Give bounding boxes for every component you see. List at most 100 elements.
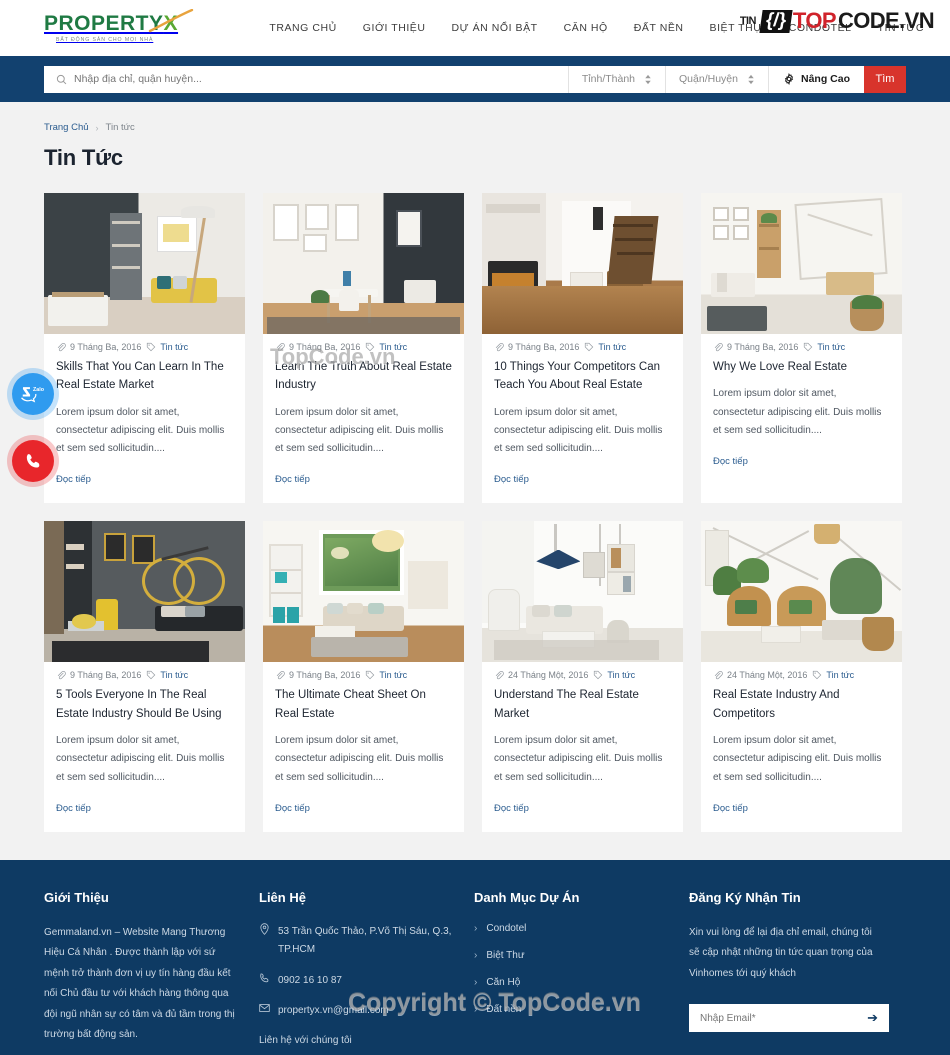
news-card-category-text[interactable]: Tin tức	[379, 670, 407, 680]
site-logo[interactable]: PROPERTYX BẤT ĐỘNG SẢN CHO MỌI NHÀ	[44, 9, 194, 43]
news-card-category-text[interactable]: Tin tức	[607, 670, 635, 680]
news-card-image[interactable]	[701, 521, 902, 663]
news-card-title[interactable]: Learn The Truth About Real Estate Indust…	[275, 358, 452, 395]
news-card-title[interactable]: Understand The Real Estate Market	[494, 686, 671, 723]
nav-item-du-an-noi-bat[interactable]: DỰ ÁN NỔI BẬT	[452, 22, 538, 34]
paperclip-icon	[276, 671, 285, 680]
news-card-date: 24 Tháng Một, 2016	[494, 670, 588, 680]
footer-link-dat-nen[interactable]: › Đất nền	[474, 1004, 689, 1015]
phone-call-button[interactable]	[12, 440, 54, 482]
paperclip-icon	[57, 671, 66, 680]
zalo-icon[interactable]: Zalo	[12, 373, 54, 415]
news-card-image[interactable]	[263, 521, 464, 663]
paperclip-icon	[714, 343, 723, 352]
news-card-title[interactable]: Real Estate Industry And Competitors	[713, 686, 890, 723]
footer-link-label: Đất nền	[486, 1003, 522, 1015]
news-card-title[interactable]: Skills That You Can Learn In The Real Es…	[56, 358, 233, 395]
breadcrumb-home-link[interactable]: Trang Chủ	[44, 122, 89, 133]
nav-item-dat-nen[interactable]: ĐẤT NỀN	[634, 22, 684, 34]
footer-email[interactable]: propertyx.vn@gmail.com	[259, 1002, 459, 1021]
news-card-read-more[interactable]: Đọc tiếp	[494, 474, 529, 485]
tag-icon	[585, 342, 594, 352]
location-pin-icon	[260, 922, 269, 935]
chevron-right-icon: ›	[474, 1003, 478, 1015]
news-card[interactable]: 9 Tháng Ba, 2016 Tin tức 10 Things Your …	[482, 193, 683, 504]
search-icon	[56, 74, 67, 84]
footer-link-condotel[interactable]: › Condotel	[474, 923, 689, 934]
nav-item-biet-thu[interactable]: BIỆT THỰ	[710, 22, 763, 34]
news-card-read-more[interactable]: Đọc tiếp	[713, 456, 748, 467]
nav-item-gioi-thieu[interactable]: GIỚI THIỆU	[363, 22, 426, 34]
news-card-image[interactable]	[263, 193, 464, 334]
footer-projects-column: Danh Mục Dự Án › Condotel › Biệt Thư › C…	[474, 890, 689, 1055]
phone-handset-icon	[26, 453, 39, 468]
nav-item-condotel[interactable]: CONDOTEL	[789, 22, 852, 34]
news-card-image[interactable]	[701, 193, 902, 334]
news-card[interactable]: 9 Tháng Ba, 2016 Tin tức 5 Tools Everyon…	[44, 521, 245, 832]
breadcrumb-section: Trang Chủ › Tin tức Tin Tức	[0, 102, 950, 171]
news-card[interactable]: 9 Tháng Ba, 2016 Tin tức The Ultimate Ch…	[263, 521, 464, 832]
advanced-search-button[interactable]: Nâng Cao	[767, 65, 864, 93]
footer-link-biet-thu[interactable]: › Biệt Thư	[474, 950, 689, 961]
search-input[interactable]	[74, 73, 568, 85]
footer-link-label: Biệt Thư	[486, 949, 525, 961]
news-card-image[interactable]	[44, 193, 245, 334]
news-card-title[interactable]: The Ultimate Cheat Sheet On Real Estate	[275, 686, 452, 723]
news-card-image[interactable]	[44, 521, 245, 663]
news-card-category: Tin tức	[812, 670, 854, 680]
news-card-read-more[interactable]: Đọc tiếp	[56, 803, 91, 814]
news-card-date: 9 Tháng Ba, 2016	[713, 342, 798, 352]
news-card-title[interactable]: 5 Tools Everyone In The Real Estate Indu…	[56, 686, 233, 723]
news-card-date-text: 24 Tháng Một, 2016	[727, 670, 808, 681]
news-card-title[interactable]: 10 Things Your Competitors Can Teach You…	[494, 358, 671, 395]
footer-email-text: propertyx.vn@gmail.com	[278, 1005, 389, 1017]
news-card-category-text[interactable]: Tin tức	[160, 342, 188, 352]
zalo-chat-button[interactable]: Zalo	[12, 373, 54, 415]
footer-link-label: Condotel	[486, 922, 527, 934]
news-card-category-text[interactable]: Tin tức	[598, 342, 626, 352]
district-select-label: Quận/Huyện	[679, 73, 738, 85]
nav-item-can-ho[interactable]: CĂN HỘ	[564, 22, 608, 34]
chevron-right-icon: ›	[474, 976, 478, 988]
news-card-read-more[interactable]: Đọc tiếp	[713, 803, 748, 814]
search-submit-button[interactable]: Tìm	[864, 65, 906, 93]
news-card-read-more[interactable]: Đọc tiếp	[275, 474, 310, 485]
tag-icon	[366, 671, 375, 680]
news-card-excerpt: Lorem ipsum dolor sit amet, consectetur …	[494, 406, 663, 455]
nav-item-tin-tuc[interactable]: TIN TỨC	[878, 22, 924, 34]
newsletter-form: ➔	[689, 1004, 889, 1033]
footer-phone[interactable]: 0902 16 10 87	[259, 972, 459, 991]
paperclip-icon	[714, 671, 723, 680]
news-card-image[interactable]	[482, 193, 683, 334]
search-field-wrapper	[44, 66, 568, 93]
news-card[interactable]: 24 Tháng Một, 2016 Tin tức Real Estate I…	[701, 521, 902, 832]
footer-newsletter-column: Đăng Ký Nhận Tin Xin vui lòng để lại địa…	[689, 890, 904, 1055]
news-card-category-text[interactable]: Tin tức	[160, 670, 188, 680]
news-card-date-text: 9 Tháng Ba, 2016	[508, 342, 580, 352]
province-select[interactable]: Tỉnh/Thành	[567, 65, 665, 93]
news-card[interactable]: 9 Tháng Ba, 2016 Tin tức Skills That You…	[44, 193, 245, 504]
news-card-read-more[interactable]: Đọc tiếp	[56, 474, 91, 485]
phone-icon	[260, 973, 269, 982]
news-card-title[interactable]: Why We Love Real Estate	[713, 358, 890, 376]
news-card[interactable]: 9 Tháng Ba, 2016 Tin tức Why We Love Rea…	[701, 193, 902, 504]
district-select[interactable]: Quận/Huyện	[665, 65, 768, 93]
news-card-category-text[interactable]: Tin tức	[817, 342, 845, 352]
news-card[interactable]: 9 Tháng Ba, 2016 Tin tức Learn The Truth…	[263, 193, 464, 504]
news-card-date-text: 9 Tháng Ba, 2016	[289, 342, 361, 352]
phone-icon[interactable]	[12, 440, 54, 482]
news-card[interactable]: 24 Tháng Một, 2016 Tin tức Understand Th…	[482, 521, 683, 832]
news-card-category-text[interactable]: Tin tức	[826, 670, 854, 680]
news-card-excerpt: Lorem ipsum dolor sit amet, consectetur …	[713, 735, 882, 783]
nav-item-trang-chu[interactable]: TRANG CHỦ	[269, 22, 336, 34]
logo-wordmark: PROPERTYX	[44, 13, 178, 34]
footer-link-can-ho[interactable]: › Căn Hộ	[474, 977, 689, 988]
newsletter-submit-arrow-icon[interactable]: ➔	[867, 1010, 878, 1026]
news-card-image[interactable]	[482, 521, 683, 663]
news-card-category-text[interactable]: Tin tức	[379, 342, 407, 352]
footer-contact-note[interactable]: Liên hệ với chúng tôi	[259, 1033, 455, 1049]
footer-address-text: 53 Trần Quốc Thảo, P.Võ Thị Sáu, Q.3, TP…	[278, 925, 452, 956]
news-card-read-more[interactable]: Đọc tiếp	[494, 803, 529, 814]
news-card-read-more[interactable]: Đọc tiếp	[275, 803, 310, 814]
newsletter-email-input[interactable]	[700, 1012, 868, 1024]
